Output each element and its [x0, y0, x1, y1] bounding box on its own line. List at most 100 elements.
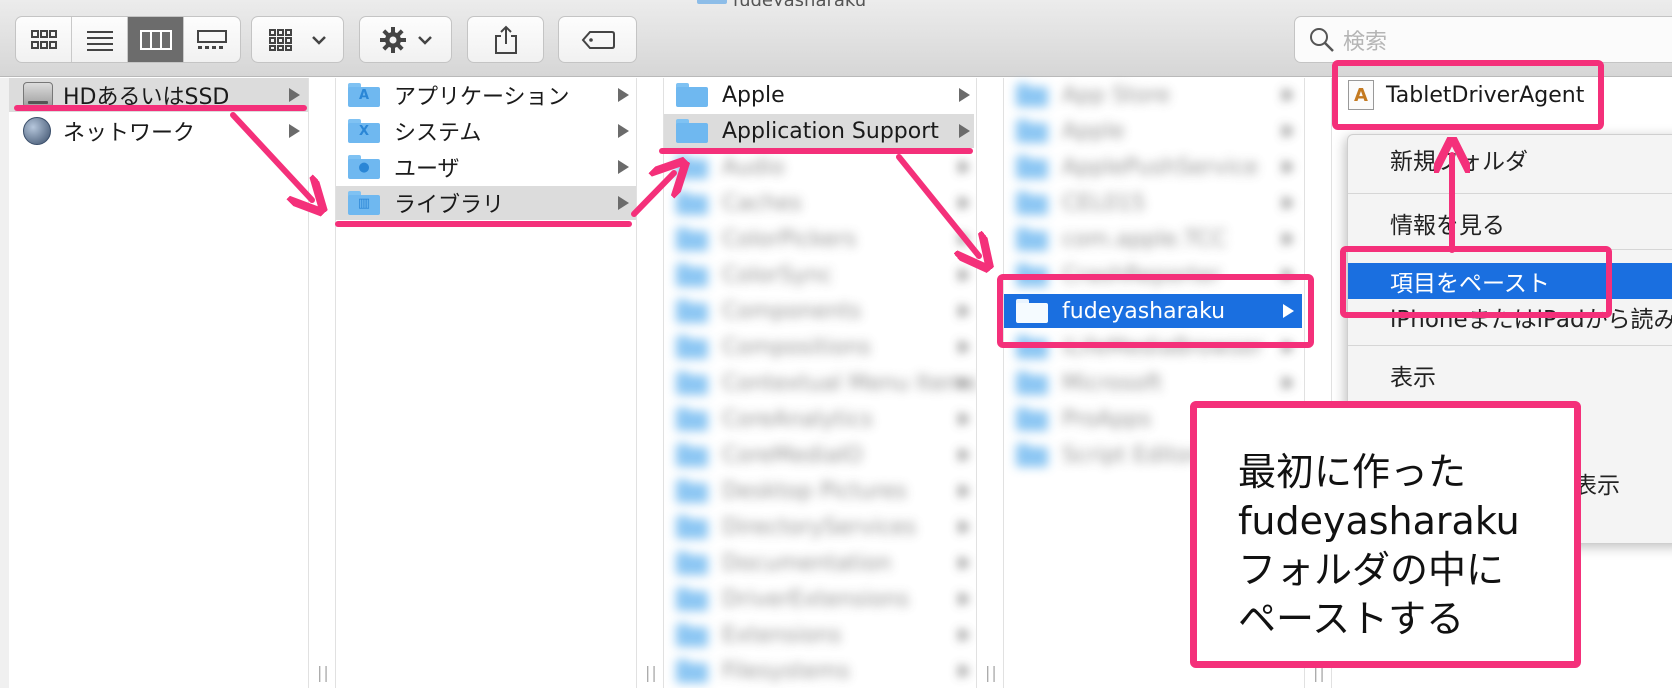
folder-icon [1016, 443, 1048, 467]
share-button[interactable] [467, 16, 544, 63]
callout-line: ペーストする [1238, 597, 1465, 641]
action-button[interactable] [359, 16, 452, 63]
annotation-underline [335, 221, 632, 227]
folder-item[interactable]: com.apple.TCC [1004, 222, 1302, 256]
folder-icon [676, 587, 708, 611]
folder-item-library[interactable]: ▥ ライブラリ [336, 186, 636, 220]
folder-item[interactable]: ApplePushService [1004, 150, 1302, 184]
menu-item-get-info[interactable]: 情報を見る [1348, 205, 1672, 241]
users-folder-icon: ● [348, 155, 380, 179]
annotation-highlight-box [997, 274, 1314, 348]
folder-item[interactable]: CEL015 [1004, 186, 1302, 220]
folder-item[interactable]: Extensions [664, 618, 974, 652]
folder-item-system[interactable]: X システム [336, 114, 636, 148]
folder-item[interactable]: CoreMediaIO [664, 438, 974, 472]
disclosure-arrow-icon [959, 556, 970, 570]
folder-icon [676, 263, 708, 287]
folder-item[interactable]: Components [664, 294, 974, 328]
disclosure-arrow-icon [959, 124, 970, 138]
search-placeholder: 検索 [1343, 29, 1388, 55]
annotation-underline [659, 148, 973, 154]
folder-label: Desktop Pictures [722, 478, 907, 504]
group-button[interactable] [251, 16, 344, 63]
folder-item[interactable]: Contextual Menu Items [664, 366, 978, 400]
menu-item-new-folder[interactable]: 新規フォルダ [1348, 141, 1672, 177]
folder-item-users[interactable]: ● ユーザ [336, 150, 636, 184]
folder-item[interactable]: Apple [664, 78, 974, 112]
disclosure-arrow-icon [1283, 160, 1294, 174]
finder-window: fudeyasharaku [0, 0, 1672, 688]
folder-label: com.apple.TCC [1062, 226, 1227, 252]
folder-label: Filesystems [722, 658, 850, 684]
folder-label: CEL015 [1062, 190, 1146, 216]
tag-button[interactable] [558, 16, 637, 63]
folder-item[interactable]: App Store [1004, 78, 1302, 112]
disclosure-arrow-icon [959, 196, 970, 210]
sidebar-item-network[interactable]: ネットワーク [9, 114, 308, 148]
folder-item[interactable]: CoreAnalytics [664, 402, 974, 436]
disclosure-arrow-icon [618, 124, 629, 138]
folder-label: Apple [722, 82, 785, 108]
folder-label: ColorSync [722, 262, 833, 288]
folder-item[interactable]: ColorSync [664, 258, 974, 292]
folder-item[interactable]: DriverExtensions [664, 582, 974, 616]
grip-icon: || [645, 663, 658, 682]
folder-item-applications[interactable]: A アプリケーション [336, 78, 636, 112]
column-resize-handle[interactable]: || [636, 78, 664, 688]
folder-item[interactable]: Filesystems [664, 654, 974, 688]
folder-icon [676, 335, 708, 359]
disclosure-arrow-icon [959, 520, 970, 534]
menu-item-view[interactable]: 表示 [1348, 357, 1672, 393]
disclosure-arrow-icon [618, 196, 629, 210]
folder-icon [676, 227, 708, 251]
folder-label: Documentation [722, 550, 892, 576]
disclosure-arrow-icon [1283, 88, 1294, 102]
folder-item[interactable]: Apple [1004, 114, 1302, 148]
folder-icon [676, 191, 708, 215]
folder-icon [676, 83, 708, 107]
folder-item[interactable]: Desktop Pictures [664, 474, 974, 508]
folder-label: Audio [722, 154, 785, 180]
folder-icon [676, 155, 708, 179]
folder-item[interactable]: ColorPickers [664, 222, 974, 256]
folder-item[interactable]: Caches [664, 186, 974, 220]
folder-item[interactable]: Documentation [664, 546, 974, 580]
icon-view-button[interactable] [16, 17, 72, 62]
grip-icon: || [317, 663, 330, 682]
gallery-view-button[interactable] [184, 17, 240, 62]
disclosure-arrow-icon [959, 232, 970, 246]
folder-item[interactable]: Microsoft [1004, 366, 1302, 400]
folder-item[interactable]: Application Support [664, 114, 974, 148]
column-locations [0, 78, 308, 688]
folder-label: App Store [1062, 82, 1171, 108]
folder-item[interactable]: Compositions [664, 330, 974, 364]
folder-icon [1016, 119, 1048, 143]
callout-line: フォルダの中に [1238, 548, 1505, 592]
disclosure-arrow-icon [959, 160, 970, 174]
folder-label: DriverExtensions [722, 586, 910, 612]
folder-icon [1016, 155, 1048, 179]
folder-icon [676, 119, 708, 143]
disclosure-arrow-icon [959, 664, 970, 678]
tag-icon [581, 30, 615, 49]
disclosure-arrow-icon [959, 88, 970, 102]
column-view-button[interactable] [128, 17, 184, 62]
folder-item[interactable]: Audio [664, 150, 974, 184]
folder-label: システム [394, 121, 482, 146]
grip-icon: || [985, 663, 998, 682]
column-resize-handle[interactable]: || [976, 78, 1004, 688]
disclosure-arrow-icon [959, 376, 970, 390]
column-resize-handle[interactable]: || [308, 78, 336, 688]
folder-icon [676, 515, 708, 539]
grid-icon [30, 29, 57, 49]
folder-label: ライブラリ [394, 193, 505, 218]
folder-item[interactable]: DirectoryServices [664, 510, 974, 544]
folder-label: ユーザ [394, 157, 460, 182]
search-field[interactable]: 検索 [1294, 16, 1672, 63]
folder-label: アプリケーション [394, 85, 570, 110]
menu-separator [1348, 193, 1672, 194]
folder-icon [1016, 227, 1048, 251]
list-view-button[interactable] [72, 17, 128, 62]
folder-icon [676, 551, 708, 575]
disclosure-arrow-icon [959, 628, 970, 642]
